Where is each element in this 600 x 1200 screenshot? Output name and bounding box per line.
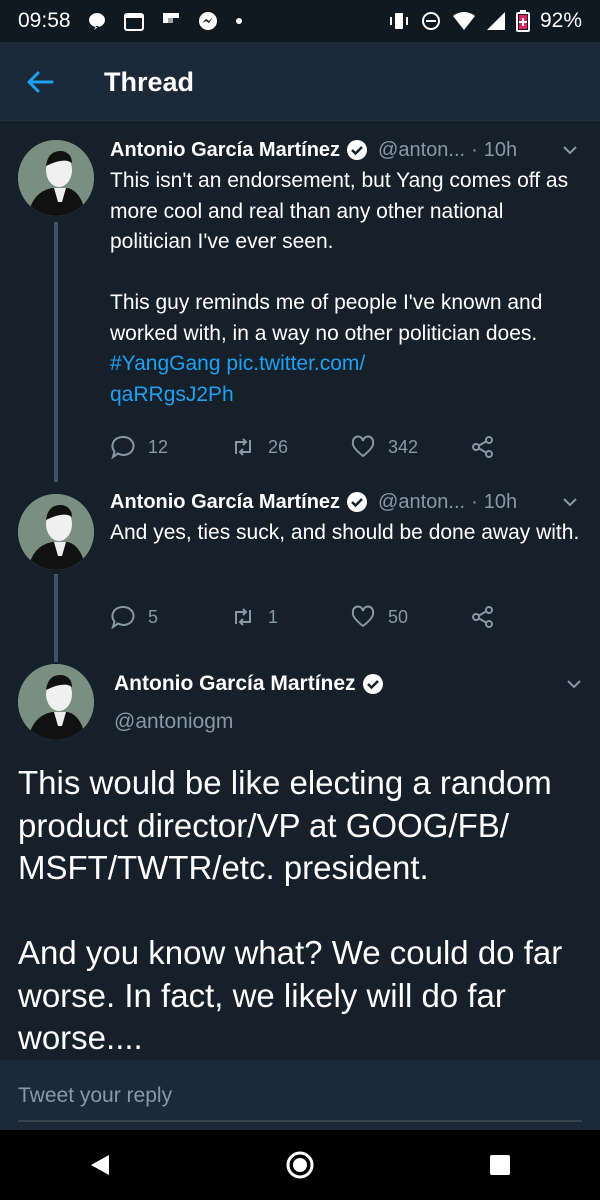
share-icon bbox=[472, 606, 493, 628]
tweet-header: Antonio García Martínez @anton... · 10h bbox=[110, 487, 580, 517]
author-handle[interactable]: @anton... bbox=[378, 491, 465, 514]
reply-bar: Tweet your reply bbox=[0, 1060, 600, 1130]
reply-input[interactable]: Tweet your reply bbox=[18, 1080, 582, 1122]
verified-badge-icon bbox=[362, 674, 383, 694]
main-tweet-header: Antonio García Martínez bbox=[114, 672, 584, 696]
nav-recents-button[interactable] bbox=[480, 1145, 520, 1185]
reply-icon bbox=[111, 605, 135, 630]
thread-tweet-2[interactable]: Antonio García Martínez @anton... · 10h … bbox=[0, 482, 600, 662]
nav-recents-icon bbox=[490, 1155, 510, 1175]
tweet-actions: 5 1 50 bbox=[110, 602, 508, 632]
author-name[interactable]: Antonio García Martínez bbox=[114, 672, 356, 696]
separator-dot: · bbox=[471, 490, 478, 513]
battery-saver-icon bbox=[515, 10, 530, 32]
tweet-body: And yes, ties suck, and should be done a… bbox=[110, 521, 580, 544]
heart-icon bbox=[351, 605, 375, 628]
reply-count: 12 bbox=[148, 436, 169, 457]
retweet-icon bbox=[235, 438, 251, 456]
verified-badge-icon bbox=[347, 492, 368, 512]
share-icon bbox=[472, 436, 493, 458]
verified-badge-icon bbox=[347, 140, 368, 160]
nav-back-button[interactable] bbox=[80, 1145, 120, 1185]
tweet-header: Antonio García Martínez @anton... · 10h bbox=[110, 135, 580, 165]
author-name[interactable]: Antonio García Martínez bbox=[110, 139, 340, 162]
reply-button[interactable]: 5 bbox=[110, 604, 230, 630]
do-not-disturb-icon bbox=[420, 10, 442, 32]
battery-percentage: 92% bbox=[539, 9, 582, 32]
chevron-down-icon[interactable] bbox=[560, 492, 580, 512]
reply-button[interactable]: 12 bbox=[110, 434, 230, 460]
retweet-count: 1 bbox=[268, 606, 279, 627]
signal-icon bbox=[486, 11, 506, 31]
page-title: Thread bbox=[104, 66, 195, 97]
app-bar: Thread bbox=[0, 42, 600, 123]
more-notifications-icon bbox=[235, 17, 243, 25]
retweet-button[interactable]: 26 bbox=[230, 434, 350, 460]
calendar-icon bbox=[123, 10, 145, 32]
thread-connector bbox=[54, 222, 58, 482]
flipboard-icon bbox=[161, 11, 181, 31]
nav-back-icon bbox=[91, 1155, 109, 1175]
main-tweet-text: This would be like electing a random pro… bbox=[18, 764, 563, 1056]
status-time: 09:58 bbox=[18, 9, 71, 32]
thread-tweet-1[interactable]: Antonio García Martínez @anton... · 10h … bbox=[0, 122, 600, 482]
heart-icon bbox=[351, 435, 375, 458]
retweet-icon bbox=[235, 608, 251, 626]
chat-notification-icon bbox=[87, 11, 107, 31]
thread-connector bbox=[54, 574, 58, 662]
like-button[interactable]: 50 bbox=[350, 604, 470, 630]
retweet-count: 26 bbox=[268, 436, 289, 457]
hashtag-link[interactable]: #YangGang bbox=[110, 352, 221, 375]
system-nav-bar bbox=[0, 1130, 600, 1200]
nav-home-button[interactable] bbox=[280, 1145, 320, 1185]
messenger-icon bbox=[197, 10, 219, 32]
main-tweet-avatar[interactable] bbox=[18, 664, 94, 740]
author-handle[interactable]: @anton... bbox=[378, 139, 465, 162]
share-button[interactable] bbox=[470, 604, 508, 630]
tweet-time: 10h bbox=[483, 490, 518, 513]
back-arrow-icon[interactable] bbox=[24, 66, 56, 98]
tweet-actions: 12 26 342 bbox=[110, 432, 508, 462]
author-handle[interactable]: @antoniogm bbox=[114, 710, 233, 734]
vibrate-icon bbox=[388, 10, 410, 32]
retweet-button[interactable]: 1 bbox=[230, 604, 350, 630]
tweet-time: 10h bbox=[483, 138, 518, 161]
reply-count: 5 bbox=[148, 606, 159, 627]
like-button[interactable]: 342 bbox=[350, 434, 470, 460]
wifi-icon bbox=[452, 11, 476, 31]
status-bar: 09:58 92% bbox=[0, 0, 600, 42]
share-button[interactable] bbox=[470, 434, 508, 460]
chevron-down-icon[interactable] bbox=[560, 140, 580, 160]
like-count: 50 bbox=[388, 606, 409, 627]
chevron-down-icon[interactable] bbox=[564, 674, 584, 694]
reply-icon bbox=[111, 435, 135, 460]
separator-dot: · bbox=[471, 138, 478, 161]
avatar[interactable] bbox=[18, 140, 94, 216]
nav-home-icon bbox=[286, 1151, 314, 1179]
like-count: 342 bbox=[388, 436, 419, 457]
author-name[interactable]: Antonio García Martínez bbox=[110, 491, 340, 514]
avatar[interactable] bbox=[18, 494, 94, 570]
tweet-body: This isn't an endorsement, but Yang come… bbox=[110, 169, 569, 345]
tweet-text: This isn't an endorsement, but Yang come… bbox=[110, 166, 580, 410]
